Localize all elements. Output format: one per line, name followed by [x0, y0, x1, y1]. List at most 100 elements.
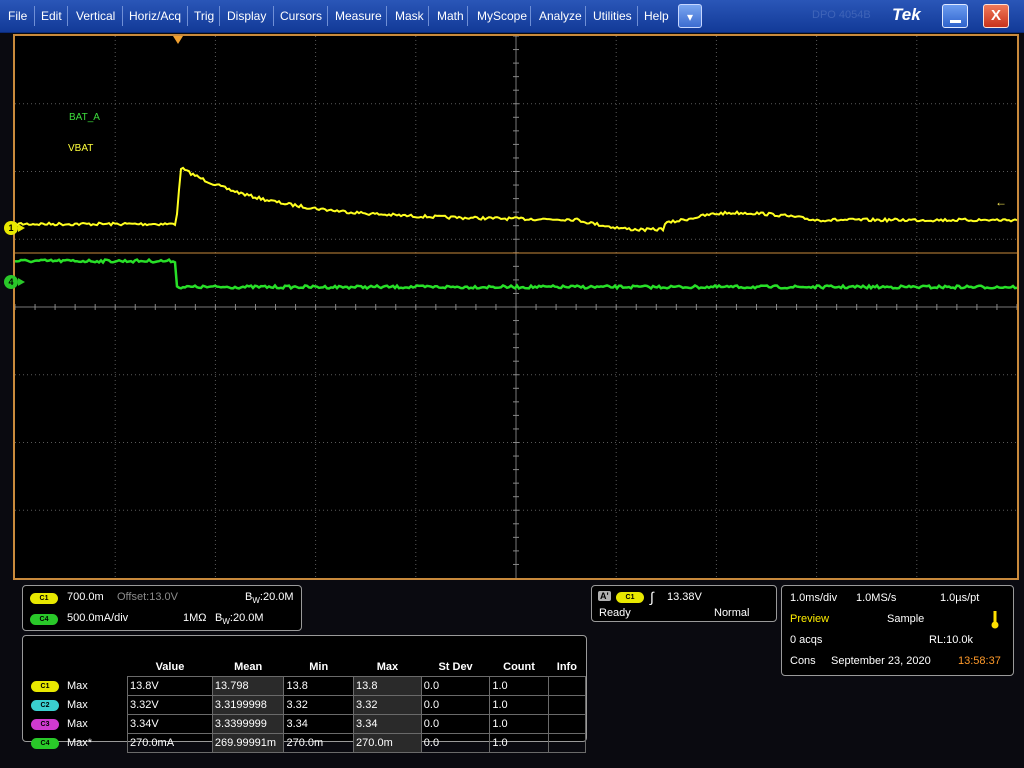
measurement-row-label: C4 Max*	[31, 737, 92, 749]
table-row[interactable]: 3.32V 3.3199998 3.32 3.32 0.0 1.0	[127, 695, 587, 715]
ch1-bandwidth: BW:20.0M	[245, 591, 294, 606]
menu-math[interactable]: Math	[437, 8, 464, 24]
trigger-ch1-badge[interactable]: C1	[616, 591, 644, 603]
menu-cursors[interactable]: Cursors	[280, 8, 322, 24]
ch4-ground-marker[interactable]: 4	[4, 275, 18, 289]
measurement-source-badge[interactable]: C1	[31, 680, 59, 692]
table-header-row: Value Mean Min Max St Dev Count Info	[128, 658, 586, 677]
ch4-impedance: 1MΩ	[183, 612, 207, 624]
minimize-icon	[950, 20, 961, 23]
measurement-source-badge[interactable]: C3	[31, 718, 59, 730]
ch1-badge[interactable]: C1	[30, 592, 58, 604]
measurement-stdev-cell: 0.0	[420, 714, 491, 734]
menu-separator	[219, 6, 220, 26]
column-header: Mean	[234, 661, 263, 673]
measurement-row-label: C3 Max	[31, 718, 88, 730]
table-row[interactable]: 3.34V 3.3399999 3.34 3.34 0.0 1.0	[127, 714, 587, 734]
chevron-down-icon[interactable]: ▾	[678, 4, 702, 28]
menu-display[interactable]: Display	[227, 8, 266, 24]
column-header: Value	[155, 661, 185, 673]
measurement-row-label: C2 Max	[31, 699, 88, 711]
ch1-offset: Offset:13.0V	[117, 591, 178, 603]
measurement-stdev-cell: 0.0	[420, 733, 491, 753]
column-header: St Dev	[438, 661, 473, 673]
menu-vertical[interactable]: Vertical	[76, 8, 115, 24]
date: September 23, 2020	[831, 655, 931, 667]
measurement-type: Max	[67, 680, 88, 692]
bat-a-label: BAT_A	[69, 112, 100, 123]
graticule-svg	[15, 36, 1017, 578]
waveform-display[interactable]: BAT_A VBAT ←	[13, 34, 1019, 580]
menu-analyze[interactable]: Analyze	[539, 8, 582, 24]
measurement-value-cell: 3.32V	[127, 695, 213, 715]
vbat-label: VBAT	[68, 143, 94, 154]
ch1-bandwidth-value: 20.0M	[262, 591, 294, 603]
measurement-stdev-cell: 0.0	[420, 695, 491, 715]
trigger-position-marker-icon[interactable]	[173, 36, 183, 44]
ch4-scale: 500.0mA/div	[67, 612, 129, 624]
ch1-scale: 700.0m	[67, 591, 104, 603]
measurement-value-cell: 270.0mA	[127, 733, 213, 753]
trigger-state: Ready	[599, 607, 631, 619]
menu-myscope[interactable]: MyScope	[477, 8, 527, 24]
measurement-source-badge[interactable]: C2	[31, 699, 59, 711]
menu-separator	[637, 6, 638, 26]
menu-separator	[327, 6, 328, 26]
menu-file[interactable]: File	[8, 8, 27, 24]
trigger-readout-panel[interactable]: A' C1 ∫ 13.38V Ready Normal	[591, 585, 777, 622]
measurement-info-cell	[547, 714, 587, 734]
measurement-info-cell	[547, 733, 587, 753]
menu-separator	[585, 6, 586, 26]
measurement-info-cell	[547, 695, 587, 715]
trigger-level: 13.38V	[667, 591, 702, 603]
measurement-mean-cell: 3.3199998	[211, 695, 285, 715]
minimize-button[interactable]	[942, 4, 968, 28]
menu-separator	[428, 6, 429, 26]
table-row[interactable]: 13.8V 13.798 13.8 13.8 0.0 1.0	[127, 676, 587, 696]
measurement-value-cell: 3.34V	[127, 714, 213, 734]
close-button[interactable]: X	[983, 4, 1009, 28]
menu-mask[interactable]: Mask	[395, 8, 424, 24]
measurement-max-cell: 13.8	[353, 676, 422, 696]
timebase: 1.0ms/div	[790, 592, 838, 604]
measurement-min-cell: 270.0m	[283, 733, 355, 753]
measurement-mean-cell: 269.99991m	[211, 733, 285, 753]
menu-horiz-acq[interactable]: Horiz/Acq	[129, 8, 181, 24]
ch4-badge[interactable]: C4	[30, 613, 58, 625]
menu-measure[interactable]: Measure	[335, 8, 382, 24]
rising-edge-icon: ∫	[650, 589, 654, 605]
menu-separator	[187, 6, 188, 26]
menu-utilities[interactable]: Utilities	[593, 8, 632, 24]
acquisition-readout-panel[interactable]: 1.0ms/div 1.0MS/s 1.0µs/pt Preview Sampl…	[781, 585, 1014, 676]
menu-help[interactable]: Help	[644, 8, 669, 24]
measurement-min-cell: 3.32	[283, 695, 355, 715]
measurement-value-cell: 13.8V	[127, 676, 213, 696]
column-header: Count	[503, 661, 535, 673]
acquisition-mode: Sample	[887, 613, 925, 625]
measurement-count-cell: 1.0	[489, 733, 549, 753]
ch1-ground-marker[interactable]: 1	[4, 221, 18, 235]
measurement-max-cell: 3.32	[353, 695, 422, 715]
measurements-panel[interactable]: Value Mean Min Max St Dev Count Info 13.…	[22, 635, 587, 753]
trigger-mode: Normal	[714, 607, 750, 619]
measurement-info-cell	[547, 676, 587, 696]
menu-edit[interactable]: Edit	[41, 8, 62, 24]
measurement-source-badge[interactable]: C4	[31, 737, 59, 749]
measurement-max-cell: 3.34	[353, 714, 422, 734]
channel-readout-panel[interactable]: C1 700.0m Offset:13.0V BW:20.0M C4 500.0…	[22, 585, 302, 631]
measurement-mean-cell: 13.798	[211, 676, 285, 696]
measurement-max-cell: 270.0m	[353, 733, 422, 753]
measurement-type: Max	[67, 699, 88, 711]
trigger-level-arrow-icon[interactable]: ←	[995, 195, 1007, 209]
menu-bar: File Edit Vertical Horiz/Acq Trig Displa…	[0, 0, 1024, 33]
menu-trig[interactable]: Trig	[194, 8, 214, 24]
menu-separator	[67, 6, 68, 26]
menu-separator	[386, 6, 387, 26]
resolution: 1.0µs/pt	[940, 592, 980, 604]
menu-separator	[273, 6, 274, 26]
measurement-count-cell: 1.0	[489, 714, 549, 734]
ch4-marker-arrow-icon	[18, 278, 25, 286]
table-row[interactable]: 270.0mA 269.99991m 270.0m 270.0m 0.0 1.0	[127, 733, 587, 753]
menu-separator	[122, 6, 123, 26]
ch4-bandwidth-value: 20.0M	[232, 612, 264, 624]
